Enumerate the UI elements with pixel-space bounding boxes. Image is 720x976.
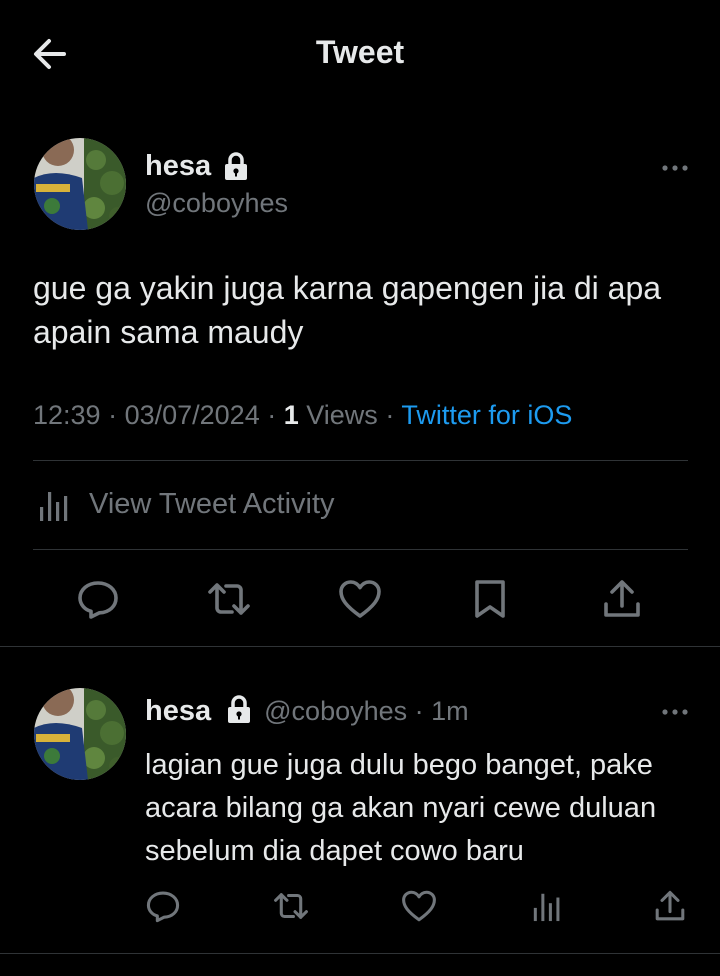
tweet-text: gue ga yakin juga karna gapengen jia di … <box>33 270 662 350</box>
views-label: Views <box>306 400 378 430</box>
analytics-icon <box>533 893 560 922</box>
reply-icon <box>78 581 118 619</box>
reply-text: lagian gue juga dulu bego banget, pake a… <box>145 749 657 867</box>
divider <box>0 953 720 954</box>
reply-header: hesa @coboyhes · 1m <box>145 695 469 727</box>
divider <box>33 549 688 550</box>
lock-icon <box>225 152 247 180</box>
reply-like-button[interactable] <box>401 889 437 923</box>
views-count: 1 <box>283 400 299 430</box>
divider <box>0 646 720 647</box>
author-handle[interactable]: @coboyhes <box>145 188 288 219</box>
retweet-icon <box>274 893 308 919</box>
reply-share-button[interactable] <box>654 889 686 923</box>
analytics-icon <box>40 492 68 521</box>
reply-button[interactable] <box>77 578 119 620</box>
reply-more-options-button[interactable] <box>658 702 692 722</box>
share-button[interactable] <box>602 578 642 620</box>
more-options-button[interactable] <box>658 158 692 178</box>
like-icon <box>339 580 381 618</box>
retweet-icon <box>208 583 250 615</box>
bookmark-button[interactable] <box>472 578 508 620</box>
like-icon <box>402 890 436 922</box>
more-icon <box>662 165 688 171</box>
divider <box>33 460 688 461</box>
author-name[interactable]: hesa <box>145 150 211 183</box>
reply-avatar[interactable] <box>34 688 126 780</box>
reply-author-handle[interactable]: @coboyhes <box>264 696 407 726</box>
reply-analytics-button[interactable] <box>531 889 563 923</box>
view-tweet-activity-button[interactable]: View Tweet Activity <box>33 478 688 530</box>
reply-reply-button[interactable] <box>146 889 180 923</box>
tweet-meta: 12:39 · 03/07/2024 · 1 Views · Twitter f… <box>33 400 573 430</box>
tweet-date: 03/07/2024 <box>124 400 260 430</box>
reply-retweet-button[interactable] <box>272 889 310 923</box>
like-button[interactable] <box>338 578 382 620</box>
activity-label: View Tweet Activity <box>89 488 335 520</box>
bookmark-icon <box>475 580 505 618</box>
reply-time: 1m <box>431 696 469 726</box>
client-link[interactable]: Twitter for iOS <box>401 400 572 430</box>
share-icon <box>655 890 685 921</box>
lock-icon <box>227 695 250 723</box>
tweet-time: 12:39 <box>33 400 101 430</box>
avatar[interactable] <box>34 138 126 230</box>
more-icon <box>662 709 688 715</box>
share-icon <box>604 580 640 617</box>
retweet-button[interactable] <box>206 578 252 620</box>
header-bar: Tweet <box>0 0 720 106</box>
reply-icon <box>146 891 180 923</box>
reply-author-name[interactable]: hesa <box>145 695 211 727</box>
page-title: Tweet <box>315 34 405 70</box>
